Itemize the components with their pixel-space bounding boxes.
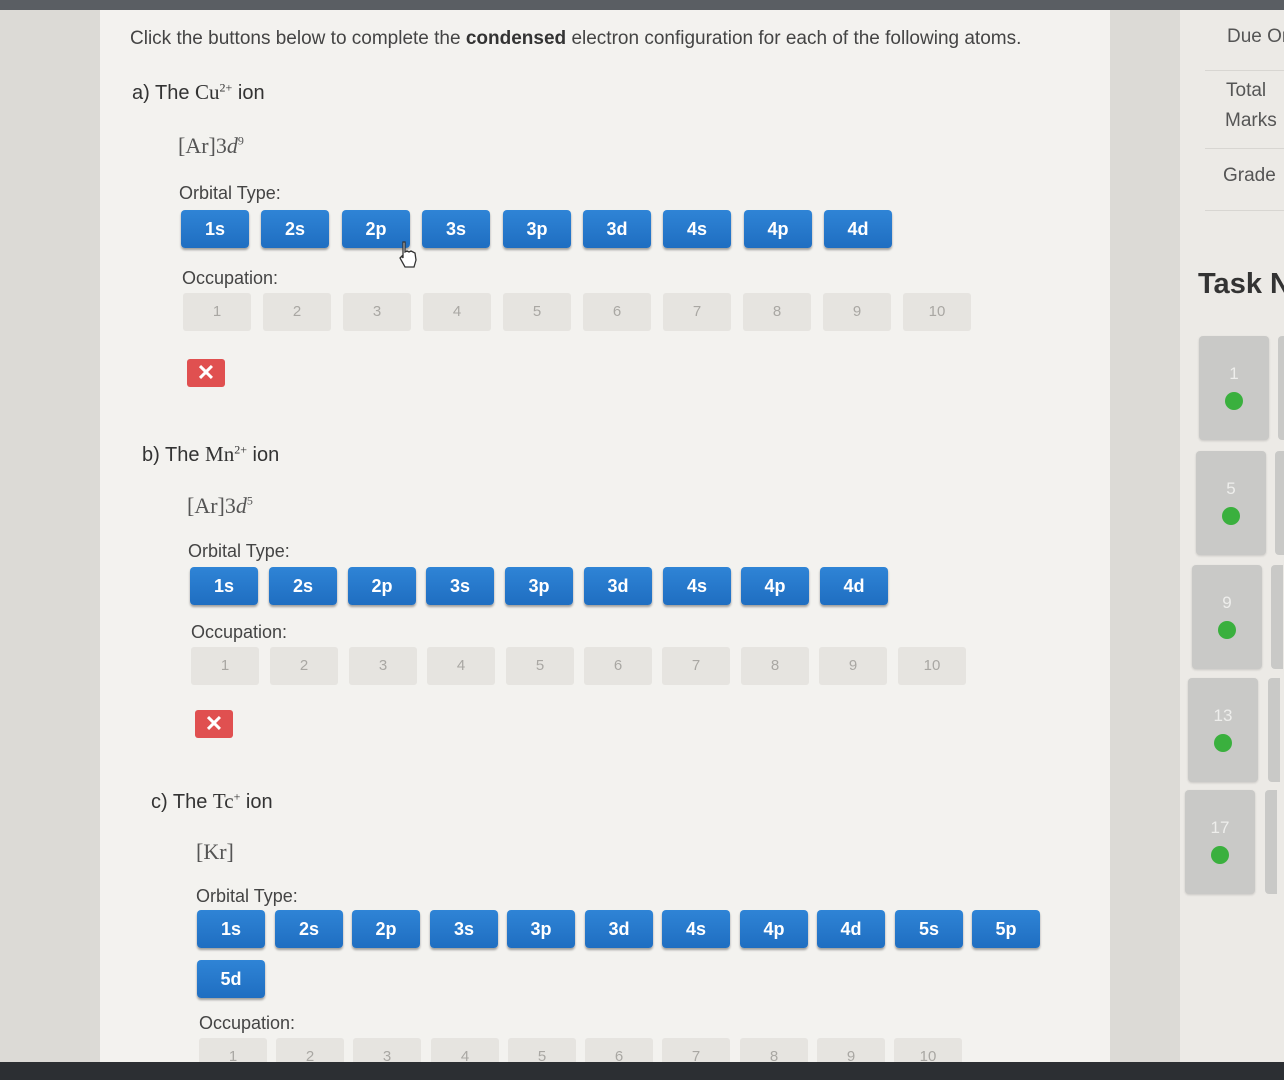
divider: [1205, 148, 1284, 149]
task-card-next-column[interactable]: [1278, 336, 1284, 440]
q-b-occupation-9-button[interactable]: 9: [819, 647, 887, 685]
grade-label: Grade: [1223, 165, 1276, 186]
q-b-occupation-3-button[interactable]: 3: [349, 647, 417, 685]
q-b-occupation-2-button[interactable]: 2: [270, 647, 338, 685]
q-b-orbital-4s-button[interactable]: 4s: [663, 567, 731, 605]
q-c-orbital-4s-button[interactable]: 4s: [662, 910, 730, 948]
task-card-17[interactable]: 17: [1185, 790, 1255, 894]
q-b-occupation-6-button[interactable]: 6: [584, 647, 652, 685]
due-on-label: Due On: [1227, 26, 1284, 47]
q-b-orbital-3s-button[interactable]: 3s: [426, 567, 494, 605]
task-navigation-heading: Task N: [1198, 268, 1284, 300]
q-b-remove-button[interactable]: ✕: [195, 710, 233, 738]
q-c-orbital-3d-button[interactable]: 3d: [585, 910, 653, 948]
question-c-config: [Kr]: [196, 839, 234, 864]
question-a-title: a) The Cu2+ ion: [132, 80, 265, 104]
q-a-occupation-1-button[interactable]: 1: [183, 293, 251, 331]
q-c-orbital-5p-button[interactable]: 5p: [972, 910, 1040, 948]
q-c-orbital-2p-button[interactable]: 2p: [352, 910, 420, 948]
q-c-orbital-3p-button[interactable]: 3p: [507, 910, 575, 948]
close-icon: ✕: [196, 360, 216, 385]
q-a-occupation-10-button[interactable]: 10: [903, 293, 971, 331]
q-a-occupation-7-button[interactable]: 7: [663, 293, 731, 331]
q-c-orbital-1s-button[interactable]: 1s: [197, 910, 265, 948]
q-a-occupation-3-button[interactable]: 3: [343, 293, 411, 331]
q-b-occupation-8-button[interactable]: 8: [741, 647, 809, 685]
q-a-occupation-5-button[interactable]: 5: [503, 293, 571, 331]
q-c-orbital-5d-button[interactable]: 5d: [197, 960, 265, 998]
q-c-orbital-5s-button[interactable]: 5s: [895, 910, 963, 948]
q-a-remove-button[interactable]: ✕: [187, 359, 225, 387]
q-c-orbital-4d-button[interactable]: 4d: [817, 910, 885, 948]
q-a-orbital-4p-button[interactable]: 4p: [744, 210, 812, 248]
instructions-bold: condensed: [465, 28, 567, 49]
q-b-orbital-2s-button[interactable]: 2s: [269, 567, 337, 605]
question-b-config: [Ar]3d5: [187, 493, 253, 518]
question-a-orbital-type-label: Orbital Type:: [179, 183, 281, 203]
q-a-occupation-9-button[interactable]: 9: [823, 293, 891, 331]
question-a-config: [Ar]3d9: [178, 133, 244, 158]
status-dot-icon: [1222, 507, 1240, 525]
q-a-occupation-6-button[interactable]: 6: [583, 293, 651, 331]
q-c-orbital-3s-button[interactable]: 3s: [430, 910, 498, 948]
q-a-orbital-3d-button[interactable]: 3d: [583, 210, 651, 248]
task-card-next-column[interactable]: [1271, 565, 1283, 669]
total-marks-label-line2: Marks: [1225, 110, 1277, 131]
task-card-1[interactable]: 1: [1199, 336, 1269, 440]
q-b-orbital-2p-button[interactable]: 2p: [348, 567, 416, 605]
q-b-occupation-7-button[interactable]: 7: [662, 647, 730, 685]
question-c-title: c) The Tc+ ion: [151, 789, 273, 813]
q-b-orbital-3p-button[interactable]: 3p: [505, 567, 573, 605]
question-b-orbital-type-label: Orbital Type:: [188, 541, 290, 561]
hand-pointer-icon: [397, 240, 419, 275]
q-a-occupation-8-button[interactable]: 8: [743, 293, 811, 331]
q-a-orbital-4s-button[interactable]: 4s: [663, 210, 731, 248]
q-b-occupation-4-button[interactable]: 4: [427, 647, 495, 685]
q-a-occupation-4-button[interactable]: 4: [423, 293, 491, 331]
q-b-orbital-1s-button[interactable]: 1s: [190, 567, 258, 605]
q-a-orbital-1s-button[interactable]: 1s: [181, 210, 249, 248]
q-a-orbital-3s-button[interactable]: 3s: [422, 210, 490, 248]
q-a-occupation-2-button[interactable]: 2: [263, 293, 331, 331]
q-a-orbital-4d-button[interactable]: 4d: [824, 210, 892, 248]
total-marks-label: Total: [1226, 80, 1267, 101]
q-b-occupation-1-button[interactable]: 1: [191, 647, 259, 685]
q-b-orbital-3d-button[interactable]: 3d: [584, 567, 652, 605]
status-dot-icon: [1211, 846, 1229, 864]
task-card-next-column[interactable]: [1275, 451, 1284, 555]
close-icon: ✕: [204, 711, 224, 736]
question-c-orbital-type-label: Orbital Type:: [196, 886, 298, 906]
task-card-5[interactable]: 5: [1196, 451, 1266, 555]
instructions: Click the buttons below to complete the …: [130, 28, 1022, 49]
divider: [1205, 210, 1284, 211]
task-card-next-column[interactable]: [1265, 790, 1277, 894]
q-a-orbital-2s-button[interactable]: 2s: [261, 210, 329, 248]
q-c-orbital-4p-button[interactable]: 4p: [740, 910, 808, 948]
screen-bottom-edge: [0, 1062, 1284, 1080]
question-b-title: b) The Mn2+ ion: [142, 442, 280, 466]
q-a-orbital-3p-button[interactable]: 3p: [503, 210, 571, 248]
q-b-orbital-4d-button[interactable]: 4d: [820, 567, 888, 605]
status-dot-icon: [1218, 621, 1236, 639]
q-c-orbital-2s-button[interactable]: 2s: [275, 910, 343, 948]
question-b-occupation-label: Occupation:: [191, 622, 288, 642]
q-b-orbital-4p-button[interactable]: 4p: [741, 567, 809, 605]
question-a-occupation-label: Occupation:: [182, 268, 279, 288]
task-card-next-column[interactable]: [1268, 678, 1280, 782]
task-card-13[interactable]: 13: [1188, 678, 1258, 782]
divider: [1205, 70, 1284, 71]
task-card-9[interactable]: 9: [1192, 565, 1262, 669]
window-top-bar: [0, 0, 1284, 10]
q-b-occupation-5-button[interactable]: 5: [506, 647, 574, 685]
status-dot-icon: [1214, 734, 1232, 752]
question-c-occupation-label: Occupation:: [199, 1013, 296, 1033]
q-b-occupation-10-button[interactable]: 10: [898, 647, 966, 685]
status-dot-icon: [1225, 392, 1243, 410]
